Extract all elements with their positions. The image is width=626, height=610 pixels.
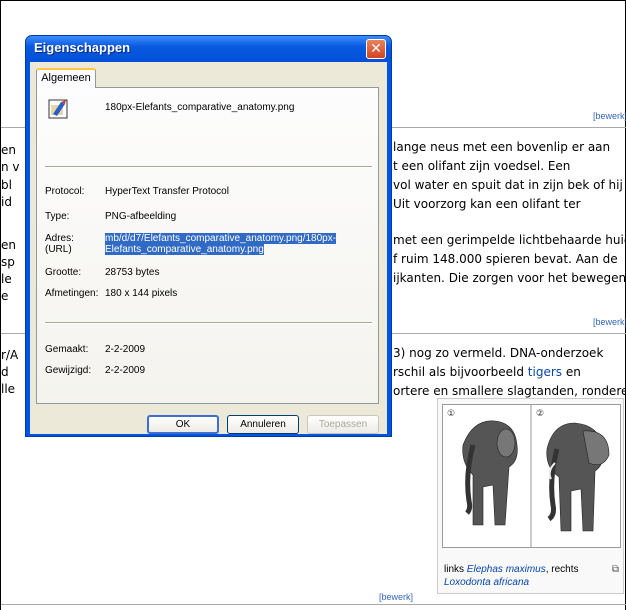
modified-value: 2-2-2009 [105, 365, 146, 376]
svg-text:②: ② [536, 409, 544, 419]
address-label: Adres: (URL) [45, 233, 74, 255]
title-bar[interactable]: Eigenschappen ✕ [26, 36, 391, 62]
ok-button[interactable]: OK [147, 415, 219, 434]
separator-2 [45, 322, 372, 324]
tigers-link[interactable]: tigers [528, 365, 562, 379]
paragraph-3: 3) nog zo vermeld. DNA-onderzoek rschil … [393, 346, 626, 398]
modified-label: Gewijzigd: [45, 365, 92, 376]
magnify-icon[interactable]: ⧉ [612, 564, 619, 575]
edit-link-2[interactable]: [bewerk] [593, 317, 626, 327]
cancel-button[interactable]: Annuleren [227, 415, 299, 434]
type-value: PNG-afbeelding [105, 211, 177, 222]
top-border [1, 0, 626, 1]
left-fragment-3: en sp le e [1, 238, 16, 303]
image-caption: links Elephas maximus, rechts Loxodonta … [444, 564, 579, 588]
protocol-value: HyperText Transfer Protocol [105, 186, 229, 197]
created-value: 2-2-2009 [105, 344, 146, 355]
edit-link-3[interactable]: [bewerk] [379, 592, 413, 602]
separator-1 [45, 166, 372, 168]
left-fragment-2: bl id [1, 178, 12, 209]
file-name: 180px-Elefants_comparative_anatomy.png [105, 102, 295, 113]
edit-link-1[interactable]: [bewerk] [593, 111, 626, 121]
address-value[interactable]: mb/d/d7/Elefants_comparative_anatomy.png… [105, 233, 375, 255]
properties-dialog: Eigenschappen ✕ Algemeen 180px-Elefants_… [25, 35, 392, 437]
paragraph-1: lange neus met een bovenlip er aan t een… [393, 140, 623, 211]
dialog-title: Eigenschappen [34, 40, 131, 55]
dialog-client: Algemeen 180px-Elefants_comparative_anat… [30, 62, 387, 434]
size-label: Grootte: [45, 267, 82, 278]
protocol-label: Protocol: [45, 186, 85, 197]
loxodonta-africana-link[interactable]: Loxodonta africana [444, 577, 529, 588]
type-label: Type: [45, 211, 70, 222]
left-fragment-4: r/A d lle [1, 348, 19, 396]
tab-algemeen[interactable]: Algemeen [36, 68, 96, 88]
svg-text:①: ① [447, 409, 455, 419]
size-value: 28753 bytes [105, 267, 160, 278]
section-divider-3 [1, 604, 626, 605]
paragraph-2: met een gerimpelde lichtbehaarde huid. f… [393, 233, 626, 285]
elephant-comparison-image[interactable]: ① ② [442, 404, 621, 548]
dimensions-value: 180 x 144 pixels [105, 288, 178, 299]
image-thumbnail: ① ② links Elephas maximus, rechts Loxodo… [437, 398, 624, 594]
created-label: Gemaakt: [45, 344, 89, 355]
apply-button[interactable]: Toepassen [307, 415, 379, 434]
png-file-icon [47, 96, 71, 120]
tab-panel: 180px-Elefants_comparative_anatomy.png P… [36, 87, 379, 404]
left-fragment-1: en n v [1, 143, 20, 174]
dimensions-label: Afmetingen: [45, 288, 99, 299]
close-button[interactable]: ✕ [366, 39, 386, 59]
elephas-maximus-link[interactable]: Elephas maximus [467, 564, 546, 575]
